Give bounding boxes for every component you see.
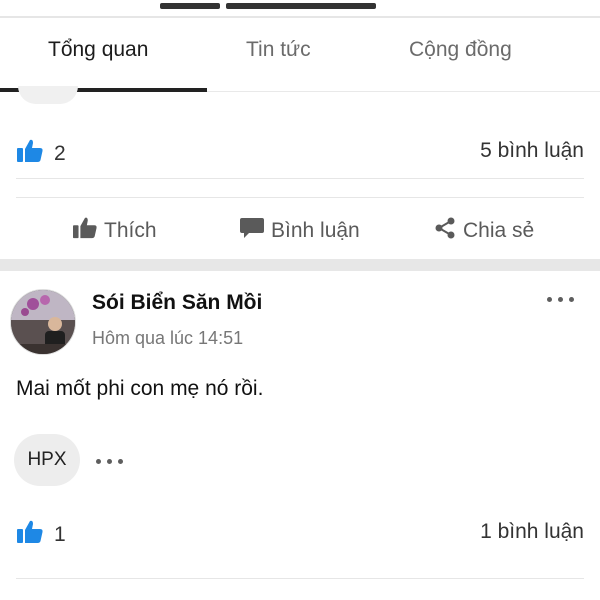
header-text-fragment <box>160 0 390 9</box>
post-timestamp: Hôm qua lúc 14:51 <box>92 328 244 348</box>
share-icon <box>433 216 457 246</box>
like-button[interactable]: Thích <box>72 216 157 246</box>
like-button-label: Thích <box>104 219 157 242</box>
post1-actions: Thích Bình luận Chia sẻ <box>0 200 600 258</box>
avatar[interactable] <box>10 289 76 355</box>
comment-button-label: Bình luận <box>271 219 360 242</box>
post2-stats-divider <box>16 578 584 579</box>
post1-like-count[interactable]: 2 <box>16 138 66 170</box>
post-author[interactable]: Sói Biển Săn Mồi <box>92 291 262 315</box>
tag-pill[interactable]: HPX <box>14 434 80 486</box>
thumbs-up-icon <box>16 138 44 170</box>
thumbs-up-icon <box>16 519 44 551</box>
post-body-text: Mai mốt phi con mẹ nó rồi. <box>16 377 264 400</box>
thumbs-up-icon <box>72 216 98 246</box>
post2-like-count[interactable]: 1 <box>16 519 66 551</box>
post1-comment-count[interactable]: 5 bình luận <box>480 139 584 163</box>
share-button[interactable]: Chia sẻ <box>433 216 534 246</box>
post1-actions-divider <box>16 197 584 198</box>
post-separator <box>0 259 600 271</box>
more-options-icon[interactable] <box>547 297 574 302</box>
tab-bar: Tổng quan Tin tức Cộng đồng <box>0 18 600 92</box>
post2-comment-count[interactable]: 1 bình luận <box>480 520 584 544</box>
previous-tag-pill[interactable] <box>18 86 78 104</box>
tab-news[interactable]: Tin tức <box>246 38 311 62</box>
more-options-icon[interactable] <box>96 459 123 464</box>
tab-overview[interactable]: Tổng quan <box>48 38 148 62</box>
post1-stats: 2 5 bình luận <box>0 126 600 174</box>
share-button-label: Chia sẻ <box>463 219 535 242</box>
post2-like-number: 1 <box>54 523 66 546</box>
post2-stats: 1 1 bình luận <box>0 507 600 555</box>
tab-community[interactable]: Cộng đồng <box>409 38 512 62</box>
post1-like-number: 2 <box>54 142 66 165</box>
speech-bubble-icon <box>239 216 265 246</box>
post1-stats-divider <box>16 178 584 179</box>
comment-button[interactable]: Bình luận <box>239 216 360 246</box>
